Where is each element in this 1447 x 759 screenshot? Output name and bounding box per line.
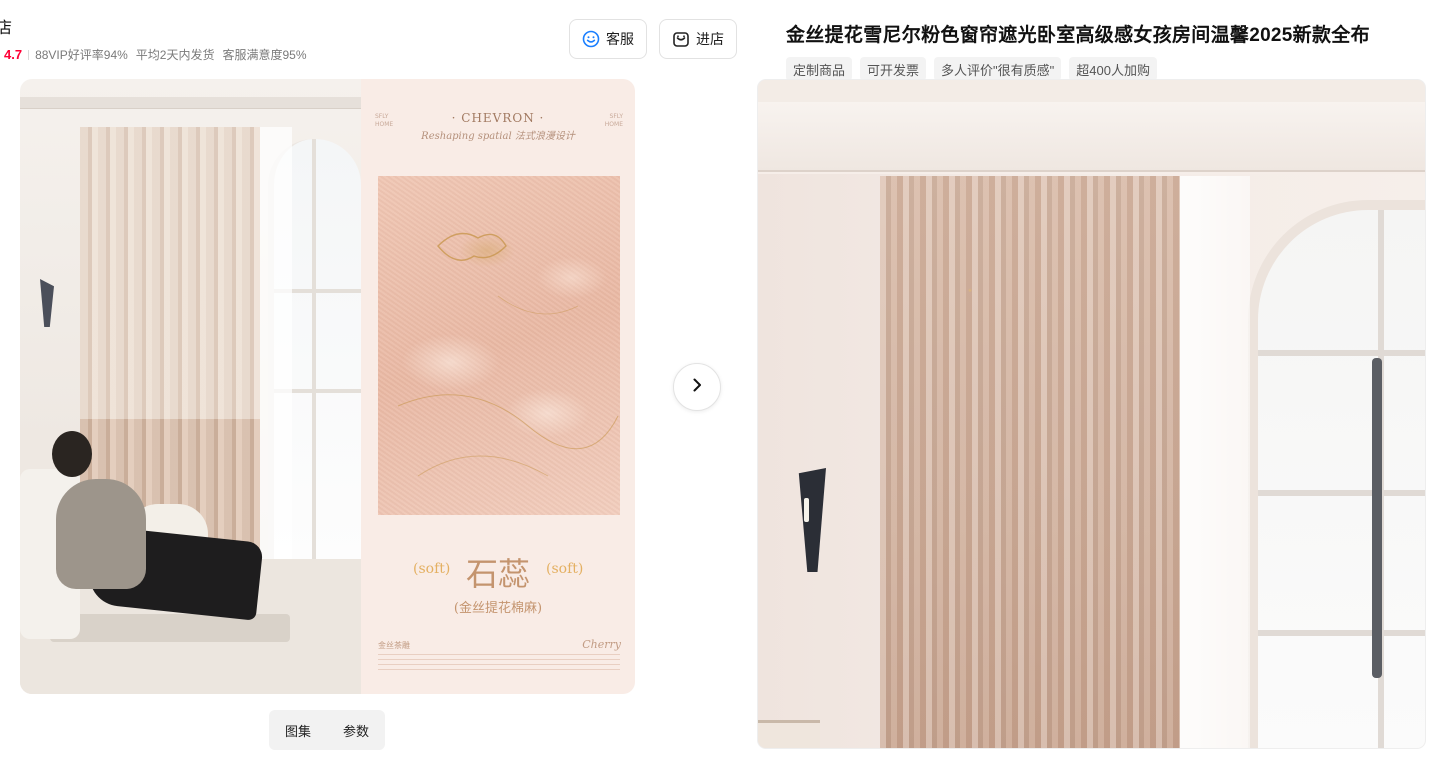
shop-bag-icon	[672, 30, 690, 48]
shop-name[interactable]: 店	[0, 14, 12, 38]
enter-shop-button[interactable]: 进店	[659, 19, 737, 59]
seated-woman	[56, 479, 146, 589]
tab-params[interactable]: 参数	[343, 721, 369, 740]
fine-print	[378, 654, 620, 674]
sheer-curtain	[1180, 176, 1250, 748]
books	[758, 720, 820, 748]
tag-invoice: 可开发票	[860, 57, 927, 81]
pink-jacquard-curtain	[880, 176, 1180, 748]
spec-subtitle: Reshaping spatial 法式浪漫设计	[421, 131, 575, 142]
color-name: 石蕊	[465, 555, 530, 593]
gallery-view-tabs: 图集 参数	[269, 710, 385, 750]
tag-quality-reviews: 多人评价"很有质感"	[934, 57, 1062, 81]
next-image-button[interactable]	[673, 363, 721, 411]
spec-footer-right: Cherry	[582, 638, 621, 651]
gallery-image[interactable]: SFLY HOME SFLY HOME · CHEVRON · Reshapin…	[20, 79, 635, 694]
tab-gallery[interactable]: 图集	[285, 721, 311, 740]
window-handle	[1372, 358, 1382, 678]
stat-ship-time: 平均2天内发货	[135, 48, 215, 62]
soft-label-right: (soft)	[546, 561, 584, 577]
product-title: 金丝提花雪尼尔粉色窗帘遮光卧室高级感女孩房间温馨2025新款全布	[786, 25, 1370, 46]
stat-good-rate: 88VIP好评率94%	[35, 48, 128, 62]
room-photo	[20, 79, 361, 694]
enter-shop-label: 进店	[696, 31, 724, 47]
fabric-spec-card: SFLY HOME SFLY HOME · CHEVRON · Reshapin…	[361, 79, 635, 694]
fabric-swatch	[378, 176, 620, 515]
customer-service-label: 客服	[606, 31, 634, 47]
tag-cart-count: 超400人加购	[1069, 57, 1157, 81]
shop-rating: 4.7	[4, 47, 23, 62]
product-tags: 定制商品 可开发票 多人评价"很有质感" 超400人加购	[786, 57, 1157, 81]
arched-window	[1248, 200, 1425, 748]
curtain-rail	[758, 102, 1425, 172]
stat-divider	[28, 49, 30, 60]
customer-service-button[interactable]: 客服	[569, 19, 647, 59]
wall-sconce	[40, 279, 54, 327]
shop-stats: 4.7 88VIP好评率94% 平均2天内发货 客服满意度95%	[4, 46, 315, 63]
headset-smile-icon	[582, 30, 600, 48]
stat-service-satisfaction: 客服满意度95%	[222, 48, 307, 62]
chevron-right-icon	[689, 377, 705, 398]
material-label: (金丝提花棉麻)	[453, 601, 543, 616]
tag-custom: 定制商品	[786, 57, 853, 81]
spec-footer-left: 金丝茶雕	[378, 641, 410, 650]
rug	[50, 614, 290, 642]
spec-title: · CHEVRON ·	[451, 111, 545, 125]
main-product-image[interactable]	[758, 80, 1425, 748]
